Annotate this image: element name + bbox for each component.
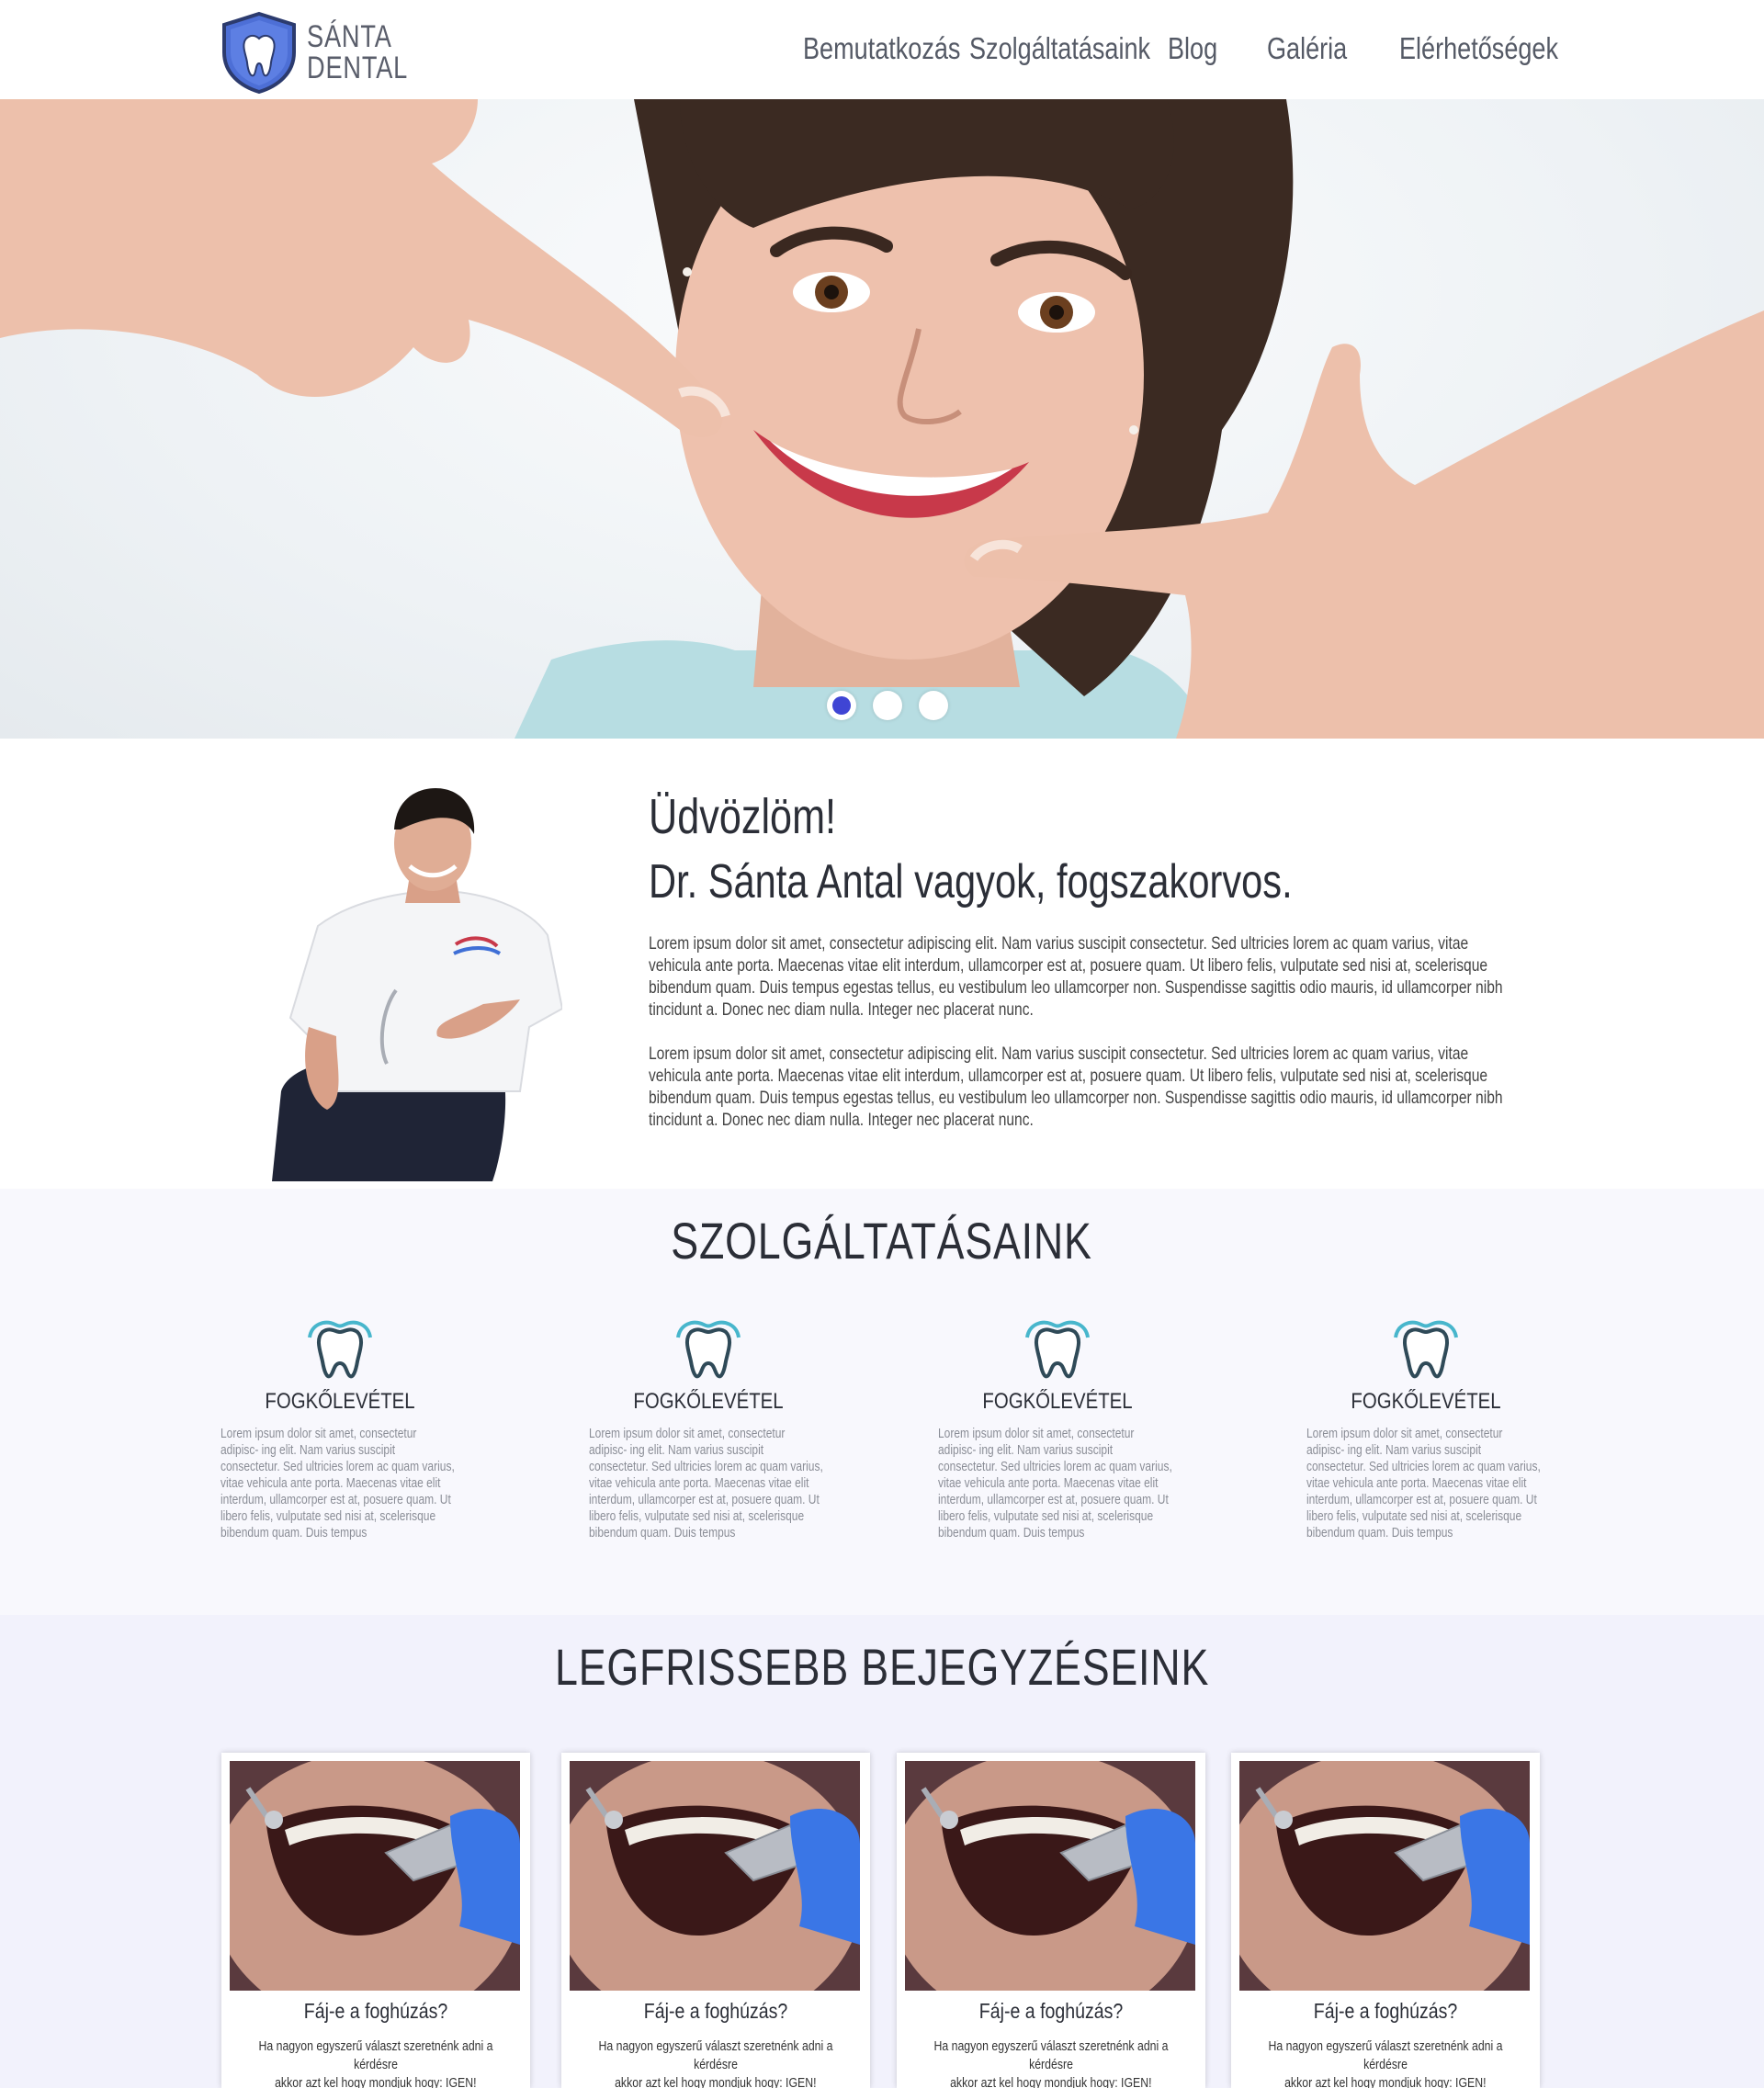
nav-item-elerhetosegek[interactable]: Elérhetőségek (1399, 31, 1558, 66)
services-title-text: SZOLGÁLTATÁSAINK (671, 1212, 1093, 1270)
blog-card-title-text[interactable]: Fáj-e a foghúzás? (1314, 1999, 1458, 2024)
blog-card-image (230, 1761, 520, 1991)
blog-card[interactable]: Fáj-e a foghúzás? Ha nagyon egyszerű vál… (897, 1753, 1205, 2088)
slider-dot-3[interactable] (919, 691, 948, 720)
about-paragraph-1: Lorem ipsum dolor sit amet, consectetur … (649, 933, 1503, 1020)
blog-title-text: LEGFRISSEBB BEJEGYZÉSEINK (554, 1638, 1210, 1696)
greeting-heading: Üdvözlöm! (649, 789, 837, 844)
blog-card-excerpt: Ha nagyon egyszerű választ szeretnénk ad… (897, 2037, 1205, 2088)
nav-item-blog[interactable]: Blog (1168, 31, 1217, 66)
nav-item-galeria[interactable]: Galéria (1267, 31, 1347, 66)
about-paragraph-2: Lorem ipsum dolor sit amet, consectetur … (649, 1044, 1503, 1130)
service-name: FOGKŐLEVÉTEL (1351, 1389, 1501, 1414)
service-text: Lorem ipsum dolor sit amet, consectetur … (589, 1426, 823, 1541)
hero-image (0, 99, 1764, 739)
blog-card-title[interactable]: Fáj-e a foghúzás? (221, 1999, 530, 2024)
service-item[interactable]: FOGKŐLEVÉTEL Lorem ipsum dolor sit amet,… (1306, 1317, 1545, 1541)
service-name: FOGKŐLEVÉTEL (265, 1389, 415, 1414)
tooth-icon (308, 1320, 372, 1379)
blog-card-excerpt-line2: akkor azt kel hogy mondjuk hogy: IGEN! (950, 2075, 1152, 2088)
services-title: SZOLGÁLTATÁSAINK (0, 1211, 1764, 1270)
hero-slider (0, 99, 1764, 739)
blog-card-image (570, 1761, 860, 1991)
service-text: Lorem ipsum dolor sit amet, consectetur … (938, 1426, 1172, 1541)
blog-card[interactable]: Fáj-e a foghúzás? Ha nagyon egyszerű vál… (221, 1753, 530, 2088)
blog-card-title-text[interactable]: Fáj-e a foghúzás? (304, 1999, 448, 2024)
service-name: FOGKŐLEVÉTEL (982, 1389, 1133, 1414)
blog-card-excerpt-line2: akkor azt kel hogy mondjuk hogy: IGEN! (1284, 2075, 1487, 2088)
main-nav: Bemutatkozás Szolgáltatásaink Blog Galér… (0, 31, 1764, 72)
nav-item-szolgaltatasaink[interactable]: Szolgáltatásaink (969, 31, 1150, 66)
blog-card-title-text[interactable]: Fáj-e a foghúzás? (979, 1999, 1124, 2024)
blog-card[interactable]: Fáj-e a foghúzás? Ha nagyon egyszerű vál… (561, 1753, 870, 2088)
tooth-icon (1025, 1320, 1090, 1379)
blog-card-excerpt-line1: Ha nagyon egyszerű választ szeretnénk ad… (1268, 2038, 1503, 2072)
tooth-icon (1394, 1320, 1458, 1379)
service-item[interactable]: FOGKŐLEVÉTEL Lorem ipsum dolor sit amet,… (938, 1317, 1177, 1541)
blog-card-excerpt-line1: Ha nagyon egyszerű választ szeretnénk ad… (933, 2038, 1169, 2072)
slider-dots (827, 691, 948, 720)
blog-title: LEGFRISSEBB BEJEGYZÉSEINK (0, 1637, 1764, 1697)
blog-card-excerpt-line1: Ha nagyon egyszerű választ szeretnénk ad… (598, 2038, 833, 2072)
slider-dot-2[interactable] (873, 691, 902, 720)
service-item[interactable]: FOGKŐLEVÉTEL Lorem ipsum dolor sit amet,… (589, 1317, 828, 1541)
site-header: SÁNTA DENTAL Bemutatkozás Szolgáltatásai… (0, 0, 1764, 99)
blog-card-title[interactable]: Fáj-e a foghúzás? (897, 1999, 1205, 2024)
service-text: Lorem ipsum dolor sit amet, consectetur … (220, 1426, 455, 1541)
slider-dot-1[interactable] (827, 691, 856, 720)
service-text: Lorem ipsum dolor sit amet, consectetur … (1306, 1426, 1541, 1541)
intro-heading: Dr. Sánta Antal vagyok, fogszakorvos. (649, 855, 1293, 909)
blog-card-title[interactable]: Fáj-e a foghúzás? (561, 1999, 870, 2024)
blog-card-excerpt: Ha nagyon egyszerű választ szeretnénk ad… (221, 2037, 530, 2088)
service-name: FOGKŐLEVÉTEL (633, 1389, 784, 1414)
blog-card-image (1239, 1761, 1530, 1991)
blog-card-title-text[interactable]: Fáj-e a foghúzás? (644, 1999, 788, 2024)
blog-card[interactable]: Fáj-e a foghúzás? Ha nagyon egyszerű vál… (1231, 1753, 1540, 2088)
doctor-photo (272, 788, 562, 1181)
blog-card-excerpt: Ha nagyon egyszerű választ szeretnénk ad… (1231, 2037, 1540, 2088)
blog-card-image (905, 1761, 1195, 1991)
nav-item-bemutatkozas[interactable]: Bemutatkozás (803, 31, 960, 66)
blog-card-excerpt-line2: akkor azt kel hogy mondjuk hogy: IGEN! (275, 2075, 477, 2088)
blog-card-excerpt-line1: Ha nagyon egyszerű választ szeretnénk ad… (258, 2038, 493, 2072)
service-item[interactable]: FOGKŐLEVÉTEL Lorem ipsum dolor sit amet,… (220, 1317, 459, 1541)
blog-card-excerpt-line2: akkor azt kel hogy mondjuk hogy: IGEN! (615, 2075, 817, 2088)
tooth-icon (676, 1320, 741, 1379)
blog-card-excerpt: Ha nagyon egyszerű választ szeretnénk ad… (561, 2037, 870, 2088)
blog-card-title[interactable]: Fáj-e a foghúzás? (1231, 1999, 1540, 2024)
